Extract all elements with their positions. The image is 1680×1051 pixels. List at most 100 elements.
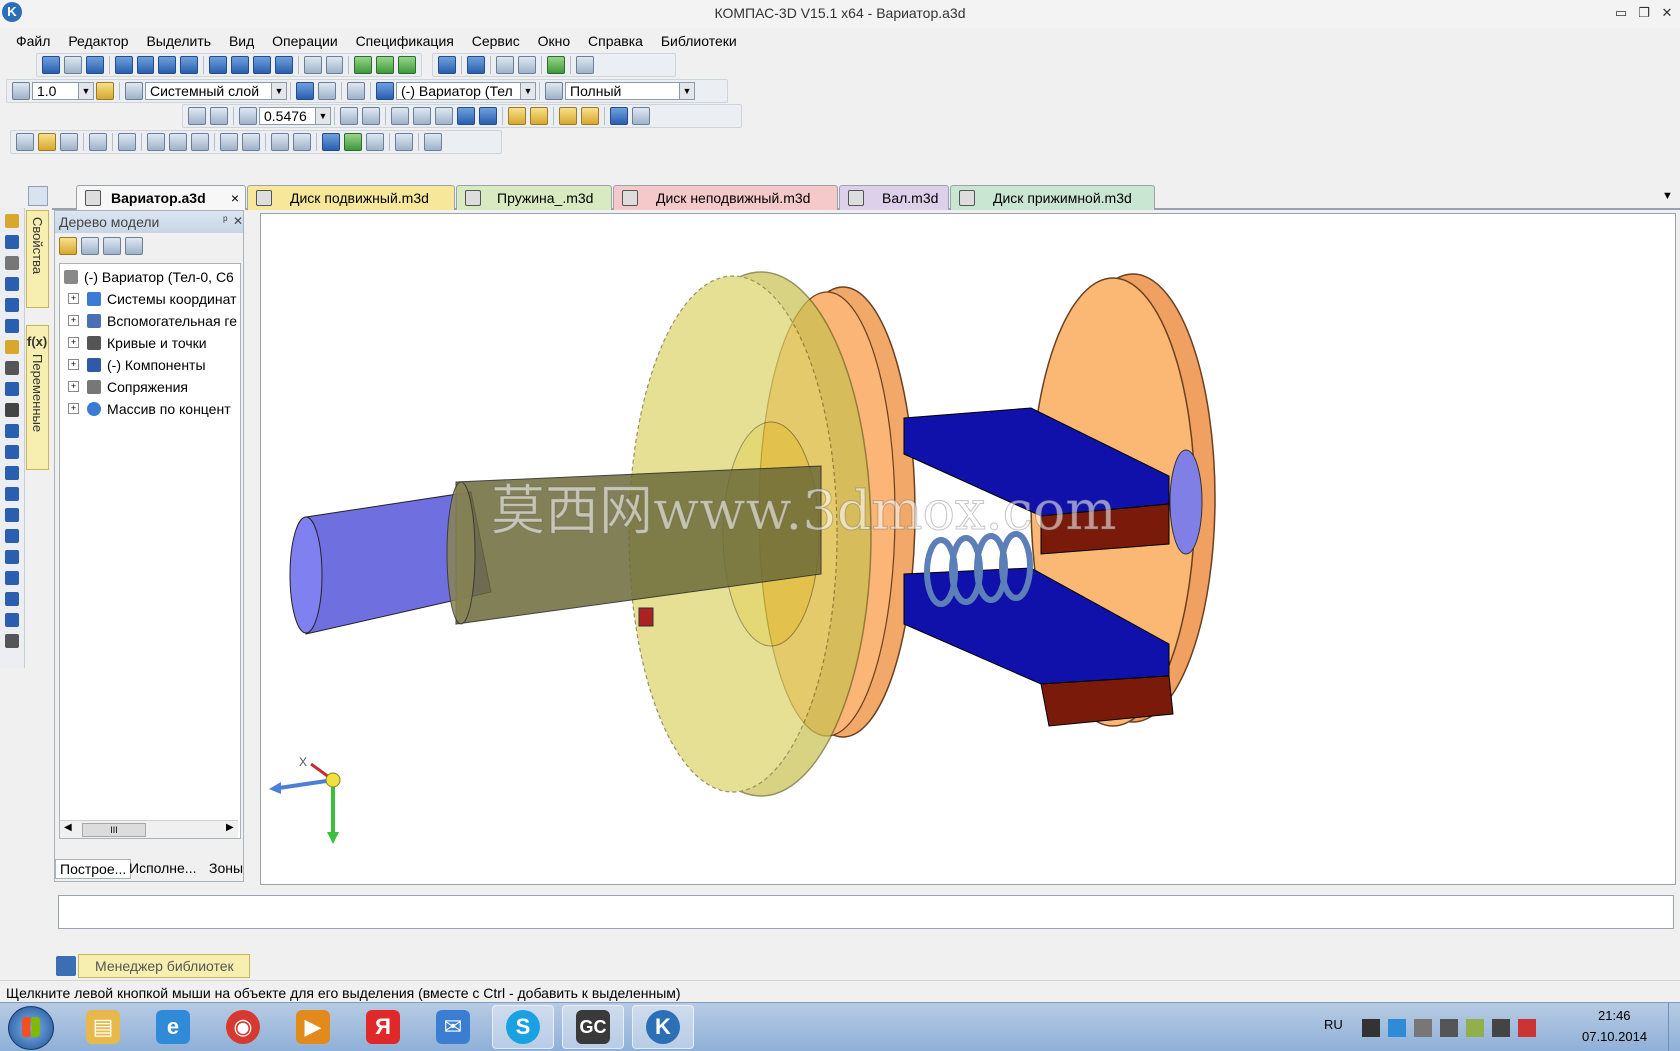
config-icon[interactable]: [545, 82, 563, 100]
copy-component-icon[interactable]: [496, 56, 514, 74]
tab-movable-disk[interactable]: Диск подвижный.m3d: [247, 185, 455, 210]
taskbar-mail[interactable]: ✉: [422, 1005, 484, 1049]
tab-variables[interactable]: f(x) Переменные: [26, 325, 49, 470]
network-icon[interactable]: [1440, 1019, 1458, 1037]
shell-icon[interactable]: [5, 571, 19, 585]
filter-icon[interactable]: [5, 382, 19, 396]
tree-extra-icon[interactable]: [125, 237, 143, 255]
start-button[interactable]: [8, 1006, 54, 1050]
ortho-icon[interactable]: [347, 82, 365, 100]
printer-icon[interactable]: [1414, 1019, 1432, 1037]
aux-geometry-icon[interactable]: [5, 319, 19, 333]
library-icon[interactable]: [547, 56, 565, 74]
arrays-icon[interactable]: [5, 298, 19, 312]
tree-item-mates[interactable]: + Сопряжения: [68, 376, 188, 397]
extrude-icon[interactable]: [467, 56, 485, 74]
cut-icon[interactable]: [147, 133, 165, 151]
menu-libraries[interactable]: Библиотеки: [661, 31, 737, 51]
thread-icon[interactable]: [5, 613, 19, 627]
taskbar-yandex[interactable]: Я: [352, 1005, 414, 1049]
expand-icon[interactable]: +: [68, 315, 79, 326]
menu-view[interactable]: Вид: [229, 31, 254, 51]
tool-c-icon[interactable]: [398, 56, 416, 74]
edit-sketch-icon[interactable]: [5, 214, 19, 228]
menu-service[interactable]: Сервис: [472, 31, 520, 51]
menu-window[interactable]: Окно: [538, 31, 571, 51]
dropbox-icon[interactable]: [1388, 1019, 1406, 1037]
library-manager-tab[interactable]: Менеджер библиотек: [78, 954, 250, 978]
tab-pressure-disk[interactable]: Диск прижимной.m3d: [950, 185, 1155, 210]
taskbar-kompas[interactable]: K: [632, 1005, 694, 1049]
menu-specification[interactable]: Спецификация: [356, 31, 454, 51]
group-icon[interactable]: [303, 56, 322, 74]
menu-select[interactable]: Выделить: [146, 31, 211, 51]
align-right-icon[interactable]: [136, 56, 155, 74]
scroll-thumb[interactable]: III: [82, 823, 146, 837]
tab-build[interactable]: Построе...: [55, 859, 132, 879]
restore-button[interactable]: ❐: [1635, 4, 1653, 22]
expand-icon[interactable]: +: [68, 359, 79, 370]
tab-fixed-disk[interactable]: Диск неподвижный.m3d: [613, 185, 838, 210]
shaded-edges-icon[interactable]: [479, 107, 497, 125]
orientation-menu-icon[interactable]: [362, 107, 380, 125]
tool-a-icon[interactable]: [354, 56, 373, 74]
measure-tool-icon[interactable]: [5, 445, 19, 459]
align-left-icon[interactable]: [114, 56, 133, 74]
expand-icon[interactable]: +: [68, 293, 79, 304]
taskbar-media[interactable]: ▶: [282, 1005, 344, 1049]
new-file-icon[interactable]: [16, 133, 34, 151]
minimize-button[interactable]: ▭: [1612, 4, 1630, 22]
hidden-lines-icon[interactable]: [413, 107, 431, 125]
section-icon[interactable]: [559, 107, 577, 125]
taskbar-chrome[interactable]: ◉: [212, 1005, 274, 1049]
zoom-combo[interactable]: 0.5476 ▼: [259, 107, 331, 125]
move-forward-icon[interactable]: [252, 56, 271, 74]
mates-tool-icon[interactable]: [5, 340, 19, 354]
help-icon[interactable]: [424, 133, 442, 151]
tree-item-components[interactable]: + (-) Компоненты: [68, 354, 206, 375]
language-indicator[interactable]: RU: [1324, 1017, 1343, 1032]
spec-icon[interactable]: [5, 403, 19, 417]
tree-item-coordinate-systems[interactable]: + Системы координат: [68, 288, 236, 309]
render-mode-combo[interactable]: Полный ▼: [565, 82, 695, 100]
taskbar-explorer[interactable]: ▤: [72, 1005, 134, 1049]
component-combo[interactable]: (-) Вариатор (Тел ▼: [396, 82, 536, 100]
wireframe-icon[interactable]: [391, 107, 409, 125]
macro-icon[interactable]: [395, 133, 413, 151]
tab-versions[interactable]: Исполне...: [129, 860, 196, 876]
pin-icon[interactable]: ᵖ: [223, 213, 228, 227]
library-manager-icon[interactable]: [56, 956, 76, 976]
action-center-icon[interactable]: [1518, 1019, 1536, 1037]
rotate-icon[interactable]: [340, 107, 358, 125]
clock-time[interactable]: 21:46: [1598, 1008, 1631, 1023]
redo-icon[interactable]: [293, 133, 311, 151]
step-combo[interactable]: 1.0 ▼: [32, 82, 94, 100]
zoom-window-icon[interactable]: [188, 107, 206, 125]
perspective-icon[interactable]: [581, 107, 599, 125]
tab-zones[interactable]: Зоны: [209, 860, 243, 876]
component-icon[interactable]: [438, 56, 456, 74]
command-line[interactable]: [58, 895, 1674, 929]
view-front-icon[interactable]: [42, 56, 60, 74]
tree-mode-icon[interactable]: [81, 237, 99, 255]
variables-icon[interactable]: [366, 133, 384, 151]
snap-icon[interactable]: [96, 82, 114, 100]
tool-b-icon[interactable]: [376, 56, 395, 74]
scroll-left-icon[interactable]: ◀: [64, 822, 72, 833]
hide-icon[interactable]: [610, 107, 628, 125]
zoom-in-icon[interactable]: [239, 107, 257, 125]
copy-icon[interactable]: [169, 133, 187, 151]
expand-icon[interactable]: +: [68, 403, 79, 414]
save-icon[interactable]: [60, 133, 78, 151]
properties-icon[interactable]: [220, 133, 238, 151]
tree-root[interactable]: (-) Вариатор (Тел-0, С6: [64, 266, 234, 287]
tree-hscrollbar[interactable]: ◀ III ▶: [60, 820, 238, 838]
layer-icon[interactable]: [125, 82, 143, 100]
array-icon[interactable]: [518, 56, 536, 74]
preview-icon[interactable]: [118, 133, 136, 151]
tab-variator[interactable]: Вариатор.a3d ×: [76, 185, 246, 210]
close-button[interactable]: ✕: [1658, 4, 1676, 22]
tree-item-circular-array[interactable]: + Массив по концент: [68, 398, 231, 419]
layer-combo[interactable]: Системный слой ▼: [145, 82, 287, 100]
menu-operations[interactable]: Операции: [272, 31, 338, 51]
